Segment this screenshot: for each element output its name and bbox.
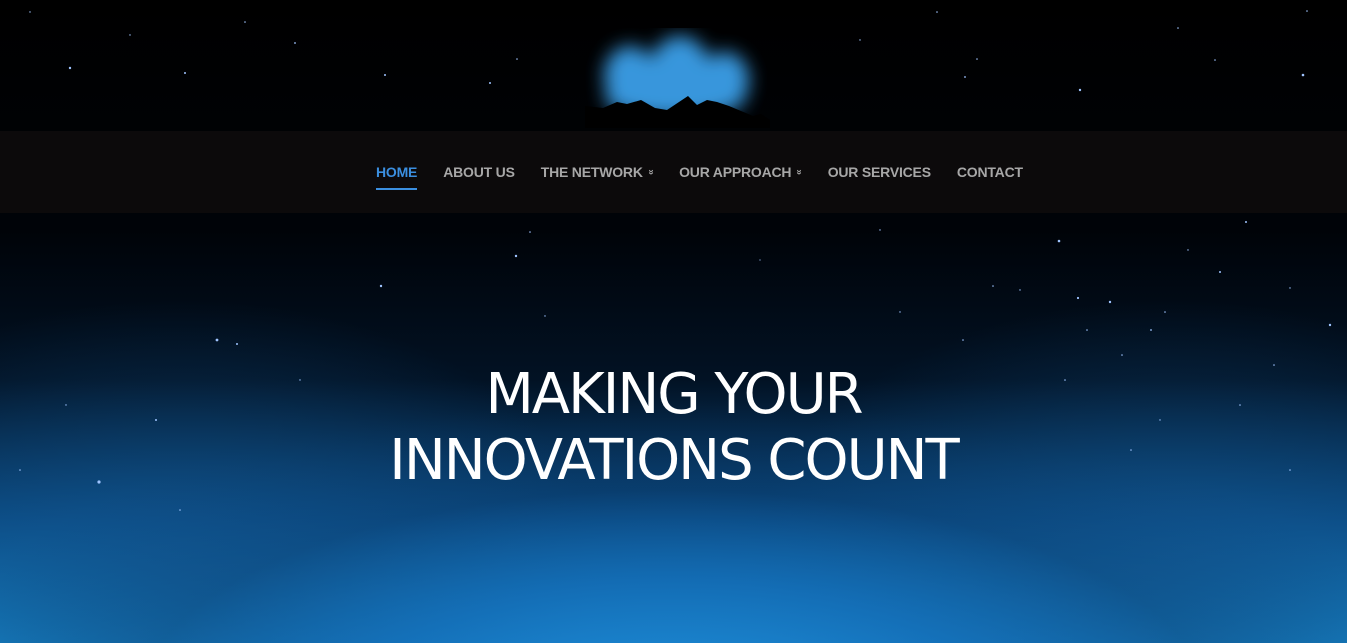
nav-item-our-approach[interactable]: OUR APPROACH »	[679, 164, 805, 180]
nav-item-label: HOME	[376, 164, 418, 180]
nav-item-label: OUR APPROACH	[679, 164, 792, 180]
nav-item-about-us[interactable]: ABOUT US	[443, 164, 515, 180]
nav-item-label: OUR SERVICES	[827, 164, 931, 180]
nav-item-the-network[interactable]: THE NETWORK »	[540, 164, 657, 180]
nav-item-label: CONTACT	[956, 164, 1023, 180]
double-chevron-down-icon: »	[645, 169, 657, 175]
nav-item-our-services[interactable]: OUR SERVICES	[828, 164, 931, 180]
main-navigation-bar: HOME ABOUT US THE NETWORK » OUR APPROACH…	[0, 131, 1347, 213]
hero-heading-line-2: INNOVATIONS COUNT	[389, 428, 959, 493]
nav-item-contact[interactable]: CONTACT	[957, 164, 1023, 180]
double-chevron-down-icon: »	[794, 169, 805, 175]
mountain-aurora-icon[interactable]	[585, 28, 770, 128]
hero-heading: MAKING YOUR INNOVATIONS COUNT	[0, 362, 1347, 494]
nav-menu: HOME ABOUT US THE NETWORK » OUR APPROACH…	[376, 131, 1023, 213]
nav-item-label: ABOUT US	[443, 164, 515, 180]
nav-item-label: THE NETWORK	[540, 164, 643, 180]
nav-item-home[interactable]: HOME	[376, 164, 418, 190]
hero-heading-line-1: MAKING YOUR	[485, 362, 863, 427]
